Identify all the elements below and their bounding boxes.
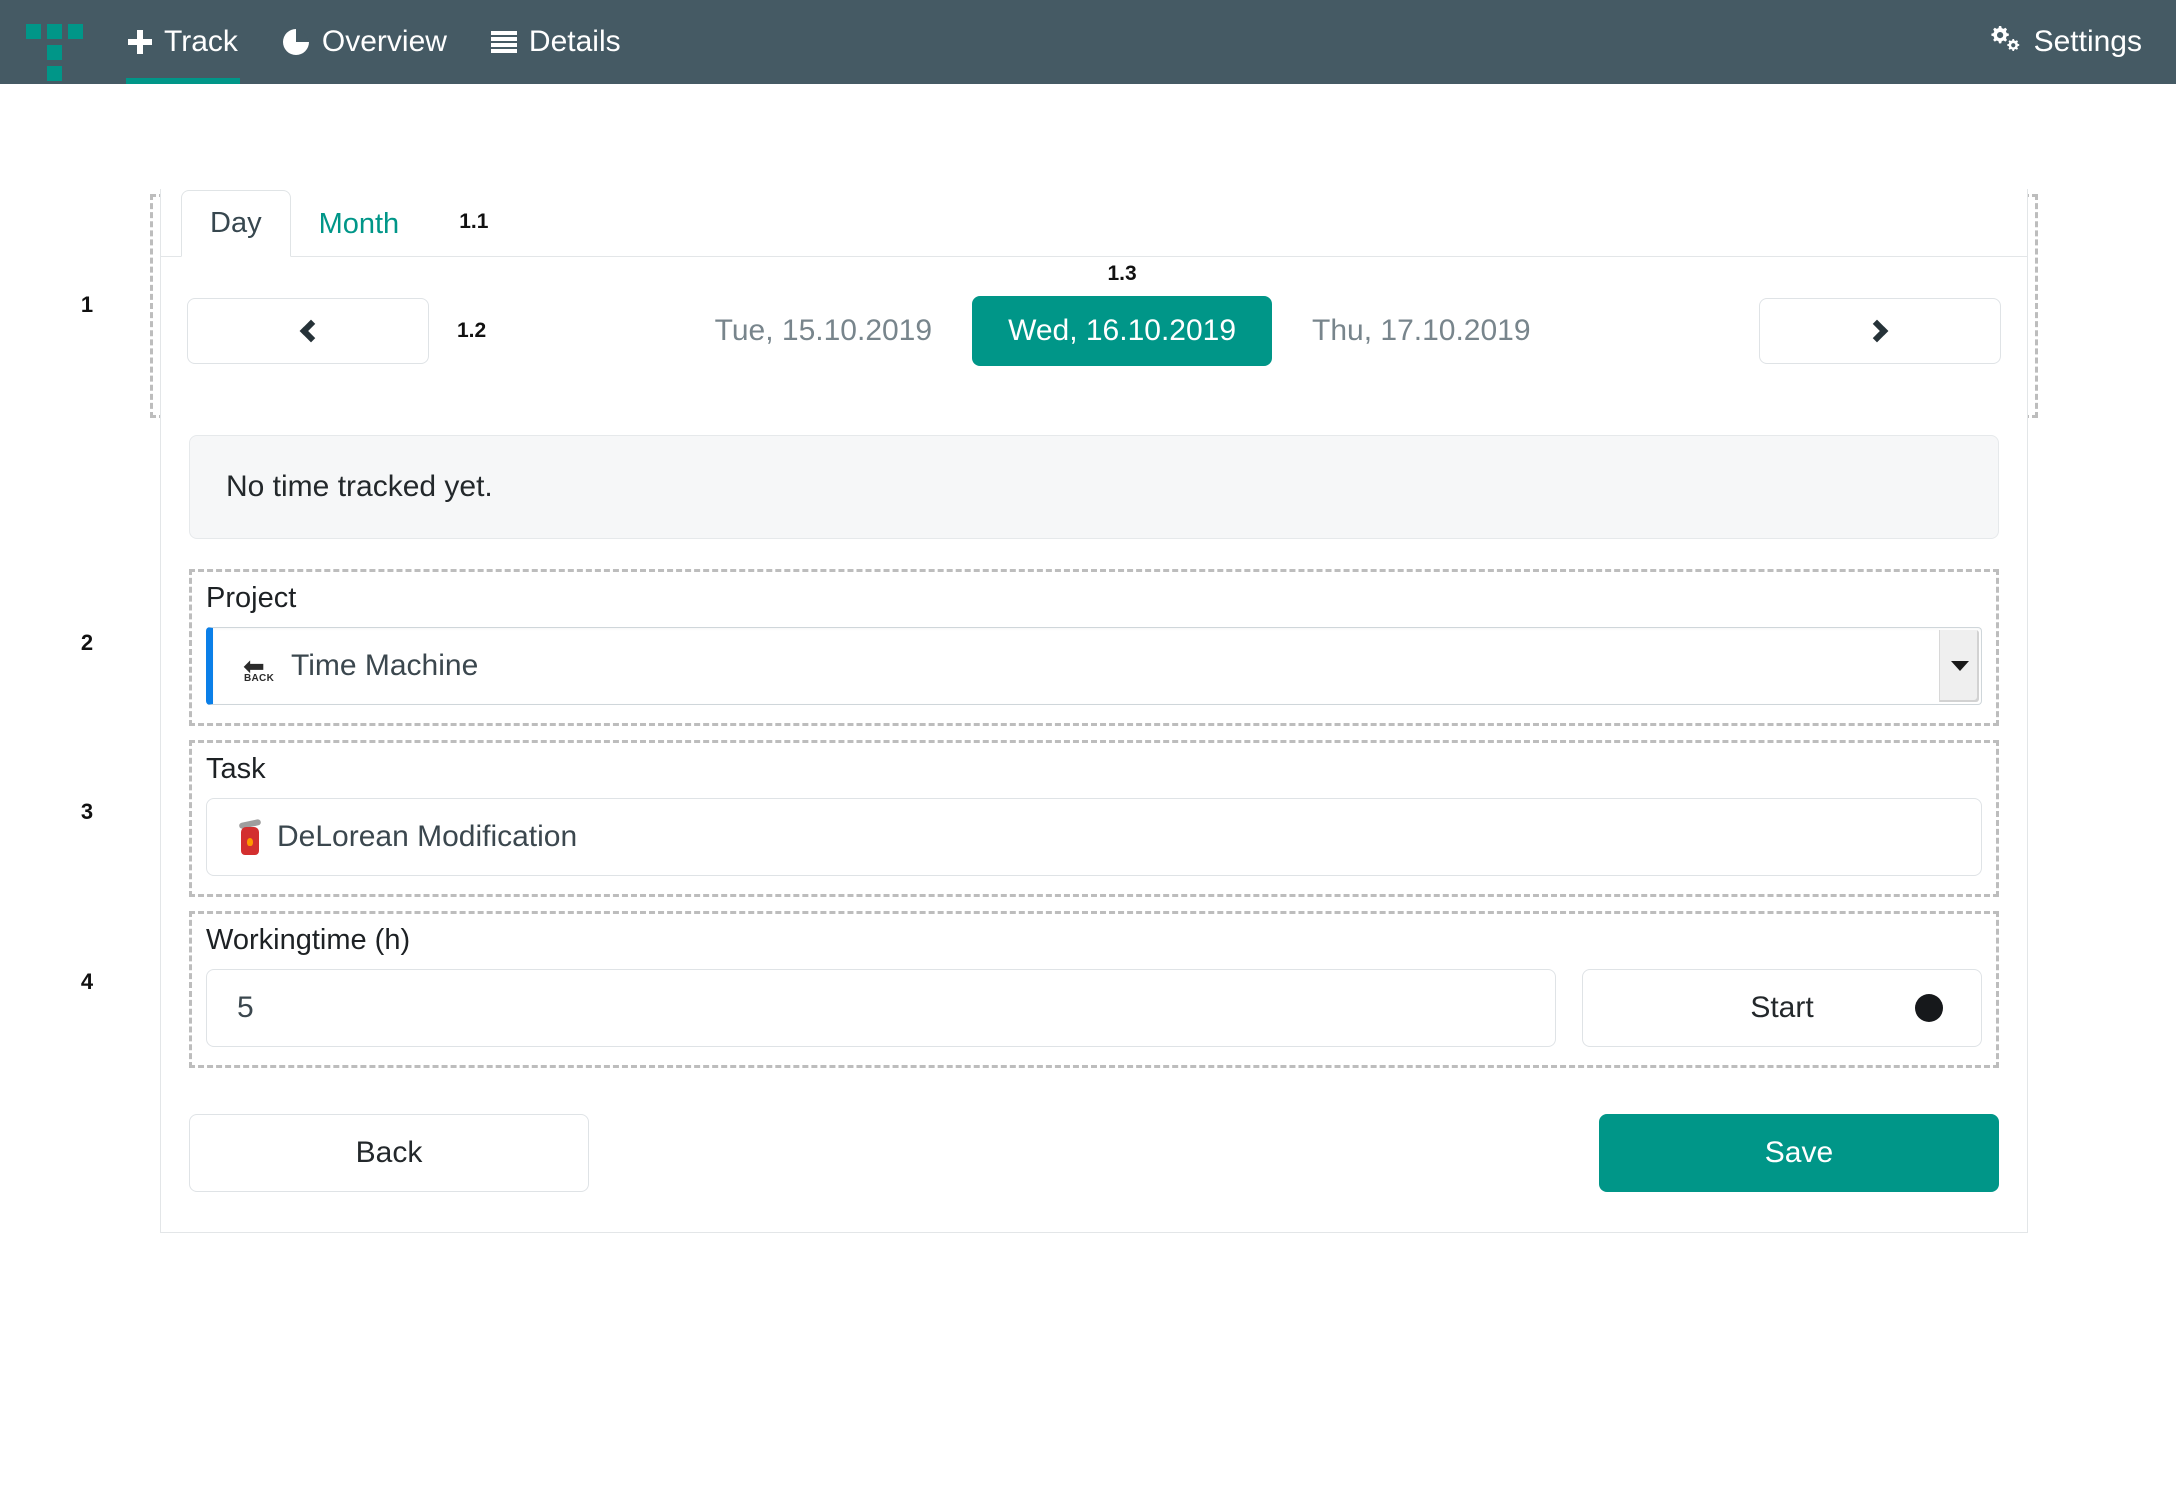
- view-tabs: Day Month 1.1: [161, 189, 2027, 257]
- tab-day[interactable]: Day: [181, 190, 291, 257]
- back-button-label: Back: [355, 1136, 423, 1169]
- no-time-tracked-banner: No time tracked yet.: [189, 435, 1999, 539]
- next-day-button[interactable]: [1759, 298, 2001, 364]
- workingtime-row: 5 Start: [206, 969, 1982, 1047]
- nav-item-overview[interactable]: Overview: [260, 0, 469, 84]
- date-current-label: Wed, 16.10.2019: [1008, 314, 1237, 347]
- nav-item-track[interactable]: Track: [106, 0, 260, 84]
- chevron-left-icon: [299, 319, 323, 343]
- start-button-label: Start: [1750, 991, 1814, 1024]
- annotation-marker-4: 4: [80, 969, 94, 994]
- save-button-label: Save: [1764, 1136, 1834, 1169]
- logo-square: [26, 24, 41, 39]
- nav-item-track-label: Track: [164, 25, 238, 58]
- form-footer: Back Save: [189, 1114, 1999, 1192]
- logo-square: [68, 24, 83, 39]
- logo-square: [47, 24, 62, 39]
- cogs-icon: [1988, 23, 2022, 61]
- tab-month[interactable]: Month: [291, 192, 428, 257]
- fire-extinguisher-emoji: [237, 818, 263, 855]
- back-arrow-emoji: ⬅ BACK: [243, 651, 275, 684]
- nav-item-settings[interactable]: Settings: [1988, 0, 2142, 84]
- start-button[interactable]: Start: [1582, 969, 1982, 1047]
- task-label: Task: [206, 753, 266, 785]
- annotation-marker-1: 1: [80, 292, 94, 317]
- logo-square: [47, 45, 62, 60]
- tab-month-label: Month: [318, 208, 400, 240]
- nav-item-overview-label: Overview: [321, 25, 447, 58]
- date-navigation: 1.2 Tue, 15.10.2019 1.3 Wed, 16.10.2019 …: [161, 257, 2027, 409]
- date-current[interactable]: 1.3 Wed, 16.10.2019: [972, 262, 1273, 366]
- project-selected-value: Time Machine: [291, 649, 479, 682]
- top-navigation-bar: Track Overview Details Settings: [0, 0, 2176, 84]
- workingtime-value: 5: [237, 991, 254, 1024]
- task-input[interactable]: DeLorean Modification: [206, 798, 1982, 876]
- annotation-marker-2: 2: [80, 630, 94, 655]
- project-field-group: Project ⬅ BACK Time Machine: [189, 569, 1999, 726]
- list-icon: [490, 31, 517, 53]
- annotation-marker-1-1: 1.1: [459, 209, 489, 233]
- date-previous[interactable]: Tue, 15.10.2019: [697, 302, 950, 360]
- chevron-right-icon: [1865, 319, 1889, 343]
- task-field-group: Task DeLorean Modification: [189, 740, 1999, 897]
- date-next[interactable]: Thu, 17.10.2019: [1294, 302, 1549, 360]
- timetracker-logo[interactable]: [26, 12, 84, 81]
- plus-icon: [128, 30, 152, 54]
- pie-chart-icon: [282, 28, 310, 56]
- project-label: Project: [206, 582, 297, 614]
- workingtime-field-group: Workingtime (h) 5 Start: [189, 911, 1999, 1068]
- track-card: Day Month 1.1 1.2 Tue, 15.10.2019 1.3 We…: [160, 189, 2028, 1233]
- back-button[interactable]: Back: [189, 1114, 589, 1192]
- track-form: No time tracked yet. Project ⬅ BACK Time…: [161, 409, 2027, 1232]
- previous-day-button[interactable]: [187, 298, 429, 364]
- annotation-marker-3: 3: [80, 799, 94, 824]
- nav-items: Track Overview Details: [106, 0, 643, 84]
- logo-square: [47, 66, 62, 81]
- project-select[interactable]: ⬅ BACK Time Machine: [206, 627, 1982, 705]
- record-dot-icon: [1915, 994, 1943, 1022]
- save-button[interactable]: Save: [1599, 1114, 1999, 1192]
- annotation-marker-1-2: 1.2: [457, 319, 487, 342]
- chevron-down-icon[interactable]: [1939, 630, 1979, 702]
- workingtime-input[interactable]: 5: [206, 969, 1556, 1047]
- date-list: Tue, 15.10.2019 1.3 Wed, 16.10.2019 Thu,…: [486, 262, 1759, 366]
- nav-item-details[interactable]: Details: [469, 0, 643, 84]
- tab-day-label: Day: [210, 207, 262, 239]
- settings-label: Settings: [2033, 25, 2142, 58]
- nav-item-details-label: Details: [528, 25, 621, 58]
- annotation-marker-1-3: 1.3: [1107, 262, 1137, 285]
- task-value: DeLorean Modification: [277, 820, 578, 853]
- workingtime-label: Workingtime (h): [206, 924, 411, 956]
